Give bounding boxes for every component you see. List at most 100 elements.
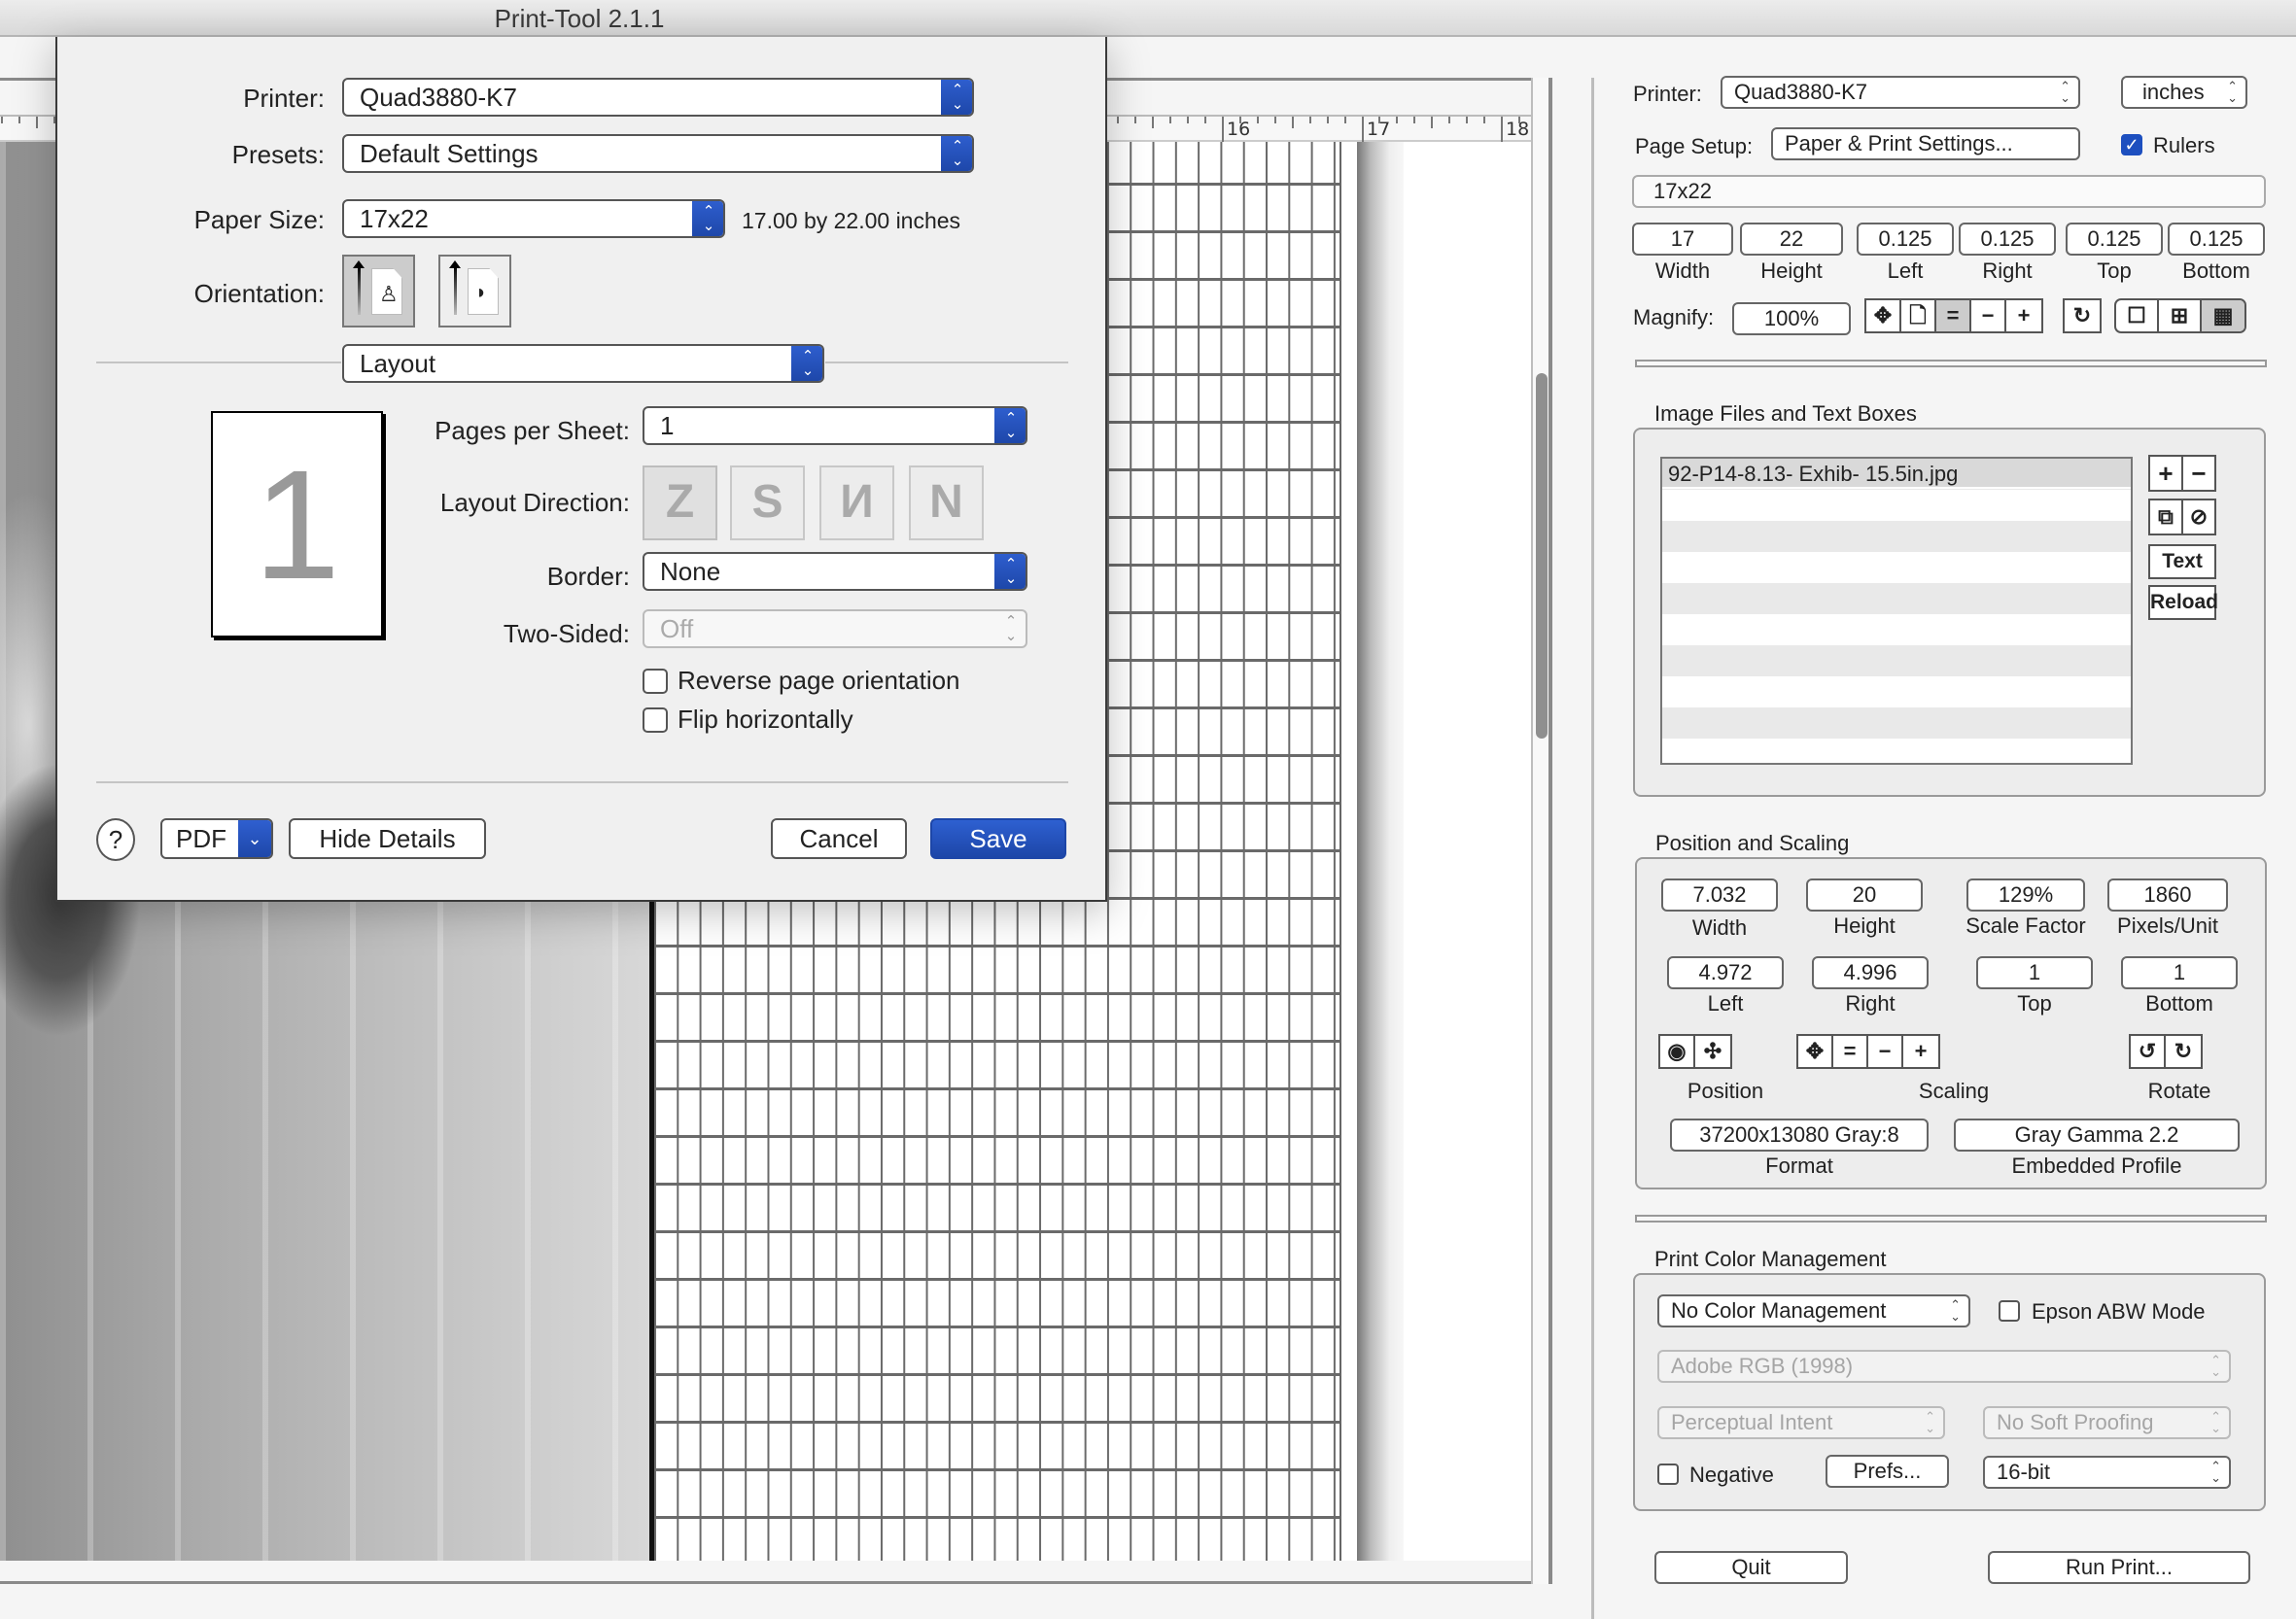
- ruler-minor-tick: [1308, 117, 1311, 123]
- remove-file-button[interactable]: −: [2181, 455, 2216, 492]
- center-icon[interactable]: ◉: [1660, 1036, 1695, 1067]
- flip-horizontally-checkbox[interactable]: [643, 707, 668, 733]
- orientation-portrait-button[interactable]: ♙: [342, 255, 415, 327]
- quit-button[interactable]: Quit: [1654, 1551, 1848, 1584]
- image-top-caption: Top: [2017, 991, 2052, 1016]
- image-files-list[interactable]: 92-P14-8.13- Exhib- 15.5in.jpg: [1660, 457, 2133, 765]
- pdf-label: PDF: [176, 824, 226, 853]
- help-button[interactable]: ?: [96, 818, 135, 861]
- image-top-field[interactable]: 1: [1976, 956, 2093, 989]
- add-text-button[interactable]: Text: [2148, 544, 2216, 579]
- cancel-button[interactable]: Cancel: [771, 818, 907, 859]
- reverse-orientation-checkbox[interactable]: [643, 669, 668, 694]
- updown-arrows-icon: ⌃ ⌄: [692, 201, 723, 236]
- magnify-field[interactable]: 100%: [1732, 302, 1851, 335]
- pixels-per-unit-field[interactable]: 1860: [2107, 878, 2228, 912]
- paper-bottom-caption: Bottom: [2182, 258, 2250, 283]
- layout-direction-z-button[interactable]: Z: [643, 465, 717, 540]
- save-button[interactable]: Save: [930, 818, 1066, 859]
- panel-divider[interactable]: [1591, 78, 1594, 1619]
- list-item[interactable]: 92-P14-8.13- Exhib- 15.5in.jpg: [1662, 459, 2131, 489]
- two-sided-label: Two-Sided:: [503, 619, 630, 648]
- border-label: Border:: [546, 562, 630, 591]
- rulers-checkbox[interactable]: ✓: [2121, 134, 2142, 155]
- layout-s-icon: S: [751, 476, 783, 528]
- rendering-intent-select[interactable]: Perceptual Intent ⌃ ⌄: [1657, 1406, 1945, 1439]
- reload-button[interactable]: Reload: [2148, 585, 2218, 620]
- scaling-controls: ✥ = − +: [1796, 1034, 1940, 1069]
- paper-top-margin-field[interactable]: 0.125: [2066, 223, 2163, 256]
- ruler-minor-tick: [1396, 117, 1399, 123]
- fine-grid-icon[interactable]: ▦: [2202, 300, 2244, 331]
- paper-bottom-margin-field[interactable]: 0.125: [2168, 223, 2265, 256]
- image-width-field[interactable]: 7.032: [1661, 878, 1778, 912]
- printer-select[interactable]: Quad3880-K7 ⌃ ⌄: [342, 78, 974, 117]
- printer-profile-select[interactable]: Adobe RGB (1998) ⌃ ⌄: [1657, 1350, 2231, 1383]
- color-management-select[interactable]: No Color Management ⌃ ⌄: [1657, 1294, 1970, 1327]
- orientation-landscape-button[interactable]: ◗: [438, 255, 511, 327]
- vertical-scrollbar[interactable]: [1531, 78, 1550, 1584]
- scale-fit-icon[interactable]: ✥: [1798, 1036, 1833, 1067]
- prefs-button[interactable]: Prefs...: [1826, 1455, 1949, 1488]
- paper-width-field[interactable]: 17: [1632, 223, 1733, 256]
- presets-select[interactable]: Default Settings ⌃ ⌄: [342, 134, 974, 173]
- paper-right-margin-field[interactable]: 0.125: [1959, 223, 2056, 256]
- hide-details-button[interactable]: Hide Details: [289, 818, 486, 859]
- paper-name-field[interactable]: 17x22: [1632, 175, 2266, 208]
- paper-print-settings-button[interactable]: Paper & Print Settings...: [1771, 127, 2080, 160]
- bit-depth-value: 16-bit: [1997, 1460, 2051, 1484]
- rp-printer-select[interactable]: Quad3880-K7 ⌃ ⌄: [1721, 76, 2080, 109]
- no-grid-icon[interactable]: ☐: [2116, 300, 2159, 331]
- paper-height-field[interactable]: 22: [1740, 223, 1843, 256]
- image-left-field[interactable]: 4.972: [1667, 956, 1784, 989]
- image-height-field[interactable]: 20: [1806, 878, 1923, 912]
- fit-move-icon[interactable]: ✥: [1866, 300, 1901, 331]
- duplicate-button[interactable]: ⧉: [2148, 499, 2183, 535]
- ruler-minor-tick: [1, 117, 4, 123]
- image-right-field[interactable]: 4.996: [1812, 956, 1929, 989]
- units-select[interactable]: inches ⌃ ⌄: [2121, 76, 2247, 109]
- rotate-left-icon[interactable]: ↺: [2131, 1036, 2166, 1067]
- ruler-tick: [1222, 117, 1224, 142]
- actual-size-icon[interactable]: =: [1936, 300, 1971, 331]
- pages-per-sheet-select[interactable]: 1 ⌃ ⌄: [643, 406, 1027, 445]
- scale-up-icon[interactable]: +: [1903, 1036, 1938, 1067]
- add-file-button[interactable]: +: [2148, 455, 2183, 492]
- image-bottom-field[interactable]: 1: [2121, 956, 2238, 989]
- paper-left-margin-field[interactable]: 0.125: [1857, 223, 1954, 256]
- fit-page-icon[interactable]: 🗋: [1901, 300, 1936, 331]
- vertical-scrollbar-thumb[interactable]: [1536, 373, 1548, 739]
- scale-down-icon[interactable]: −: [1868, 1036, 1903, 1067]
- quad-grid-icon[interactable]: ⊞: [2159, 300, 2202, 331]
- border-select[interactable]: None ⌃ ⌄: [643, 552, 1027, 591]
- negative-checkbox[interactable]: [1657, 1464, 1679, 1485]
- layout-direction-n-button[interactable]: N: [909, 465, 984, 540]
- checkmark-icon: ✓: [2124, 135, 2139, 155]
- paper-left-caption: Left: [1887, 258, 1924, 283]
- color-management-title: Print Color Management: [1654, 1247, 1887, 1271]
- epson-abw-checkbox[interactable]: [1999, 1300, 2020, 1322]
- soft-proofing-value: No Soft Proofing: [1997, 1410, 2154, 1434]
- run-print-button[interactable]: Run Print...: [1988, 1551, 2250, 1584]
- distribute-icon[interactable]: ✣: [1695, 1036, 1730, 1067]
- paper-size-select[interactable]: 17x22 ⌃ ⌄: [342, 199, 725, 238]
- layout-direction-s-button[interactable]: S: [730, 465, 805, 540]
- ruler-minor-tick: [1256, 117, 1259, 123]
- zoom-out-icon[interactable]: −: [1971, 300, 2006, 331]
- refresh-icon[interactable]: ↻: [2065, 300, 2100, 331]
- layout-direction-reverse-n-button[interactable]: И: [819, 465, 894, 540]
- bit-depth-select[interactable]: 16-bit ⌃ ⌄: [1983, 1456, 2231, 1489]
- soft-proofing-select[interactable]: No Soft Proofing ⌃ ⌄: [1983, 1406, 2231, 1439]
- position-scaling-title: Position and Scaling: [1655, 831, 1850, 855]
- print-section-select[interactable]: Layout ⌃ ⌄: [342, 344, 824, 383]
- scale-actual-icon[interactable]: =: [1833, 1036, 1868, 1067]
- rotate-right-icon[interactable]: ↻: [2166, 1036, 2201, 1067]
- zoom-in-icon[interactable]: +: [2006, 300, 2041, 331]
- image-bottom-caption: Bottom: [2145, 991, 2213, 1016]
- scale-factor-field[interactable]: 129%: [1966, 878, 2085, 912]
- pdf-menu-button[interactable]: PDF ⌄: [160, 818, 273, 859]
- image-files-title: Image Files and Text Boxes: [1654, 401, 1917, 426]
- two-sided-select[interactable]: Off ⌃ ⌄: [643, 609, 1027, 648]
- ruler-tick: [1501, 117, 1503, 142]
- clear-button[interactable]: ⊘: [2181, 499, 2216, 535]
